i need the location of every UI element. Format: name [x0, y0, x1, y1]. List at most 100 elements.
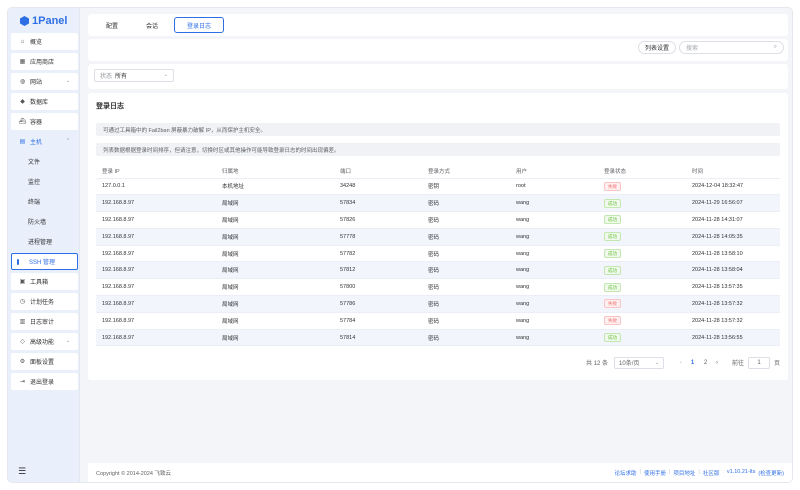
status-badge: 失败	[604, 181, 621, 191]
table-cell: 2024-12-04 18:32:47	[686, 178, 780, 196]
sidebar-subitem-4[interactable]: 进程管理	[11, 233, 78, 250]
sidebar-subitem-0[interactable]: 文件	[11, 153, 78, 170]
table-cell: wang	[510, 329, 598, 347]
chevron-down-icon: ⌄	[65, 338, 70, 344]
sidebar-item-settings[interactable]: ⚙ 面板设置	[11, 353, 78, 370]
table-row: 192.168.8.97 局域网 57812 密码 wang 成功 2024-11-28 1…	[96, 261, 780, 280]
tab-session[interactable]: 会话	[134, 17, 170, 33]
sidebar-item-toolbox[interactable]: ▣ 工具箱	[11, 273, 78, 290]
status-badge: 成功	[604, 333, 621, 343]
page-size-select[interactable]: 10条/页 ⌄	[614, 356, 665, 369]
settings-icon: ⚙	[19, 359, 26, 365]
tab-login-log[interactable]: 登录日志	[174, 17, 225, 33]
login-log-table: 登录 IP 归属地 端口 登录方式 用户 登录状态 时间 127.0.0.1 本机地址 3424…	[96, 165, 780, 347]
table-cell: 57826	[334, 211, 422, 229]
table-cell: 成功	[598, 211, 686, 229]
table-cell: 57786	[334, 295, 422, 313]
sidebar-item-diamond[interactable]: ◇ 高级功能 ⌄	[11, 333, 78, 350]
sidebar-item-label: SSH 管理	[29, 260, 56, 266]
search-placeholder: 搜索	[686, 46, 699, 52]
sidebar-item-host[interactable]: ▤ 主机 ⌃	[11, 133, 78, 150]
table-cell: 密码	[422, 329, 510, 347]
table-cell: 密码	[422, 278, 510, 297]
sidebar-item-log[interactable]: ▥ 日志审计	[11, 313, 78, 330]
next-page-button[interactable]: ›	[712, 360, 722, 366]
chevron-down-icon: ⌄	[163, 72, 168, 78]
sidebar-subitem-3[interactable]: 防火墙	[11, 213, 78, 230]
sidebar-item-label: 主机	[30, 140, 43, 146]
table-cell: 局域网	[216, 329, 334, 347]
app-logo[interactable]: 1Panel	[20, 13, 67, 29]
table-cell: 本机地址	[216, 178, 334, 196]
page-1-button[interactable]: 1	[686, 360, 699, 366]
sidebar-item-clock[interactable]: ◷ 计划任务	[11, 293, 78, 310]
status-filter-select[interactable]: 状态 所有 ⌄	[94, 69, 174, 82]
status-badge: 成功	[604, 249, 621, 259]
table-cell: wang	[510, 295, 598, 313]
sidebar-item-globe[interactable]: ◍ 网站 ⌄	[11, 73, 78, 90]
check-update-link[interactable]: (检查更新)	[758, 469, 784, 477]
column-header: 归属地	[216, 165, 334, 179]
status-badge: 成功	[604, 215, 621, 225]
column-header: 时间	[686, 165, 780, 179]
filter-bar: 状态 所有 ⌄	[88, 64, 788, 89]
table-cell: 57784	[334, 312, 422, 330]
sidebar-item-database[interactable]: ◆ 数据库	[11, 93, 78, 110]
table-cell: wang	[510, 194, 598, 213]
list-settings-button[interactable]: 列表设置	[638, 41, 677, 54]
table-cell: 密码	[422, 228, 510, 246]
goto-page-input[interactable]: 1	[748, 356, 771, 369]
sidebar-item-label: 日志审计	[30, 320, 55, 326]
status-badge: 成功	[604, 282, 621, 292]
table-cell: 密码	[422, 194, 510, 213]
table-cell: 57800	[334, 278, 422, 297]
search-input[interactable]: 搜索 ⌕	[679, 41, 784, 54]
sidebar-item-logout[interactable]: ⇥ 退出登录	[11, 373, 78, 390]
page-2-button[interactable]: 2	[699, 360, 712, 366]
table-cell: 成功	[598, 194, 686, 213]
table-row: 192.168.8.97 局域网 57786 密码 wang 失败 2024-11-28 1…	[96, 295, 780, 313]
forum-link[interactable]: 论坛求助	[614, 469, 636, 477]
logout-icon: ⇥	[19, 379, 26, 385]
table-row: 127.0.0.1 本机地址 34248 密钥 root 失败 2024-12-04 18:…	[96, 178, 780, 196]
sidebar-subitem-5[interactable]: SSH 管理	[11, 253, 78, 270]
sidebar-menu: ⌂ 概览 ▦ 应用商店 ◍ 网站 ⌄ ◆ 数据库 ⛴ 容器 ▤ 主机 ⌃ 文件监控终端防火墙进程管理 SSH …	[11, 33, 78, 393]
search-icon[interactable]: ⌕	[774, 44, 777, 51]
project-link[interactable]: 项目地址	[673, 469, 695, 477]
sidebar-item-label: 防火墙	[28, 220, 47, 226]
status-badge: 成功	[604, 265, 621, 275]
table-cell: 密码	[422, 312, 510, 330]
manual-link[interactable]: 使用手册	[644, 469, 666, 477]
toolbox-icon: ▣	[19, 279, 26, 285]
table-cell: 成功	[598, 278, 686, 297]
collapse-menu-icon[interactable]: ☰	[18, 467, 26, 476]
clock-icon: ◷	[19, 299, 26, 305]
table-cell: 局域网	[216, 211, 334, 229]
status-badge: 成功	[604, 232, 621, 242]
toolbar: 列表设置 搜索 ⌕	[88, 39, 788, 61]
sidebar-subitem-1[interactable]: 监控	[11, 173, 78, 190]
diamond-icon: ◇	[20, 339, 25, 345]
sidebar-item-label: 网站	[30, 80, 43, 86]
app-name: 1Panel	[32, 15, 68, 27]
status-badge: 成功	[604, 198, 621, 208]
logo-icon	[20, 16, 29, 26]
sidebar-item-grid[interactable]: ▦ 应用商店	[11, 53, 78, 70]
table-cell: 2024-11-28 13:57:32	[686, 312, 780, 330]
prev-page-button[interactable]: ‹	[676, 360, 686, 366]
total-count: 共 12 条	[586, 361, 609, 367]
status-filter-label: 状态	[100, 74, 113, 80]
table-cell: wang	[510, 261, 598, 280]
table-cell: 192.168.8.97	[96, 261, 216, 280]
tab-config[interactable]: 配置	[94, 17, 130, 33]
table-cell: 局域网	[216, 245, 334, 263]
sidebar-item-label: 退出登录	[30, 380, 55, 386]
sidebar-item-label: 数据库	[30, 100, 49, 106]
sidebar-item-container[interactable]: ⛴ 容器	[11, 113, 78, 130]
sidebar-item-home[interactable]: ⌂ 概览	[11, 33, 78, 50]
page-size-value: 10条/页	[619, 361, 640, 367]
table-cell: 57834	[334, 194, 422, 213]
sidebar-subitem-2[interactable]: 终端	[11, 193, 78, 210]
table-cell: 密码	[422, 245, 510, 263]
status-filter-value: 所有	[115, 74, 128, 80]
